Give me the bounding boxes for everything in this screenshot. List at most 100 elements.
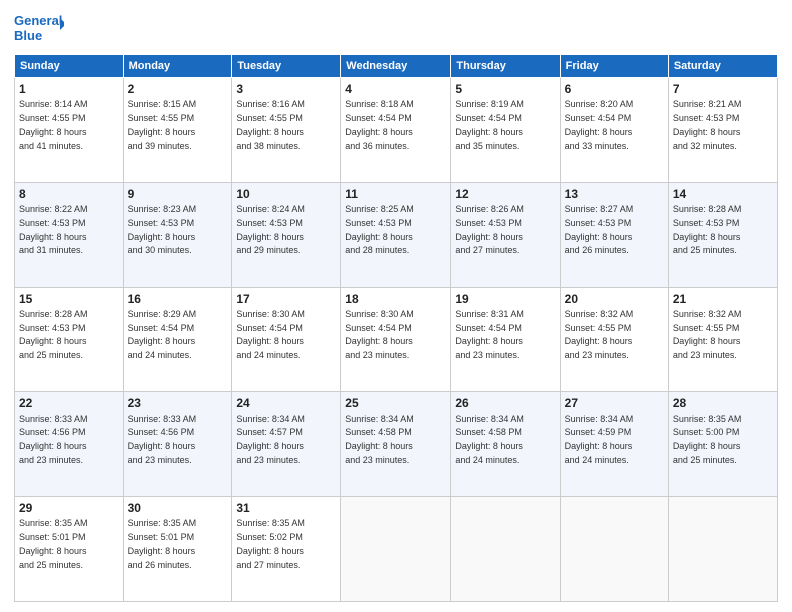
day-info: Sunrise: 8:31 AMSunset: 4:54 PMDaylight:… (455, 309, 524, 360)
svg-text:Blue: Blue (14, 28, 42, 43)
day-number: 28 (673, 395, 773, 411)
day-info: Sunrise: 8:24 AMSunset: 4:53 PMDaylight:… (236, 204, 305, 255)
day-info: Sunrise: 8:35 AMSunset: 5:02 PMDaylight:… (236, 518, 305, 569)
day-number: 30 (128, 500, 228, 516)
day-number: 22 (19, 395, 119, 411)
day-number: 12 (455, 186, 555, 202)
calendar-day-cell: 5 Sunrise: 8:19 AMSunset: 4:54 PMDaylight… (451, 78, 560, 183)
calendar-day-cell: 24 Sunrise: 8:34 AMSunset: 4:57 PMDayligh… (232, 392, 341, 497)
weekday-friday: Friday (560, 55, 668, 78)
calendar-week-4: 22 Sunrise: 8:33 AMSunset: 4:56 PMDayligh… (15, 392, 778, 497)
calendar-body: 1 Sunrise: 8:14 AMSunset: 4:55 PMDaylight… (15, 78, 778, 602)
day-number: 4 (345, 81, 446, 97)
day-number: 17 (236, 291, 336, 307)
day-info: Sunrise: 8:30 AMSunset: 4:54 PMDaylight:… (236, 309, 305, 360)
day-number: 27 (565, 395, 664, 411)
calendar-day-cell: 2 Sunrise: 8:15 AMSunset: 4:55 PMDaylight… (123, 78, 232, 183)
day-number: 5 (455, 81, 555, 97)
logo: General Blue (14, 10, 64, 46)
day-number: 14 (673, 186, 773, 202)
day-info: Sunrise: 8:35 AMSunset: 5:01 PMDaylight:… (19, 518, 88, 569)
header: General Blue (14, 10, 778, 46)
day-number: 24 (236, 395, 336, 411)
weekday-tuesday: Tuesday (232, 55, 341, 78)
calendar-day-cell: 13 Sunrise: 8:27 AMSunset: 4:53 PMDayligh… (560, 182, 668, 287)
day-info: Sunrise: 8:23 AMSunset: 4:53 PMDaylight:… (128, 204, 197, 255)
day-info: Sunrise: 8:33 AMSunset: 4:56 PMDaylight:… (19, 414, 88, 465)
day-number: 6 (565, 81, 664, 97)
page: General Blue SundayMondayTuesdayWednesda… (0, 0, 792, 612)
calendar-table: SundayMondayTuesdayWednesdayThursdayFrid… (14, 54, 778, 602)
calendar-day-cell: 14 Sunrise: 8:28 AMSunset: 4:53 PMDayligh… (668, 182, 777, 287)
day-number: 23 (128, 395, 228, 411)
weekday-monday: Monday (123, 55, 232, 78)
logo-svg: General Blue (14, 10, 64, 46)
day-info: Sunrise: 8:15 AMSunset: 4:55 PMDaylight:… (128, 99, 197, 150)
day-number: 19 (455, 291, 555, 307)
day-info: Sunrise: 8:19 AMSunset: 4:54 PMDaylight:… (455, 99, 524, 150)
calendar-week-2: 8Sunrise: 8:22 AMSunset: 4:53 PMDaylight… (15, 182, 778, 287)
day-info: Sunrise: 8:29 AMSunset: 4:54 PMDaylight:… (128, 309, 197, 360)
day-number: 7 (673, 81, 773, 97)
day-number: 15 (19, 291, 119, 307)
weekday-header-row: SundayMondayTuesdayWednesdayThursdayFrid… (15, 55, 778, 78)
calendar-day-cell: 25Sunrise: 8:34 AMSunset: 4:58 PMDayligh… (341, 392, 451, 497)
day-info: Sunrise: 8:20 AMSunset: 4:54 PMDaylight:… (565, 99, 634, 150)
day-number: 3 (236, 81, 336, 97)
day-info: Sunrise: 8:34 AMSunset: 4:57 PMDaylight:… (236, 414, 305, 465)
day-info: Sunrise: 8:35 AMSunset: 5:01 PMDaylight:… (128, 518, 197, 569)
weekday-saturday: Saturday (668, 55, 777, 78)
calendar-day-cell: 30 Sunrise: 8:35 AMSunset: 5:01 PMDayligh… (123, 497, 232, 602)
day-info: Sunrise: 8:18 AMSunset: 4:54 PMDaylight:… (345, 99, 414, 150)
calendar-day-cell: 19 Sunrise: 8:31 AMSunset: 4:54 PMDayligh… (451, 287, 560, 392)
day-info: Sunrise: 8:16 AMSunset: 4:55 PMDaylight:… (236, 99, 305, 150)
calendar-day-cell: 31 Sunrise: 8:35 AMSunset: 5:02 PMDayligh… (232, 497, 341, 602)
calendar-day-cell: 27 Sunrise: 8:34 AMSunset: 4:59 PMDayligh… (560, 392, 668, 497)
day-info: Sunrise: 8:34 AMSunset: 4:58 PMDaylight:… (455, 414, 524, 465)
calendar-day-cell: 7Sunrise: 8:21 AMSunset: 4:53 PMDaylight… (668, 78, 777, 183)
calendar-day-cell: 1 Sunrise: 8:14 AMSunset: 4:55 PMDaylight… (15, 78, 124, 183)
day-info: Sunrise: 8:32 AMSunset: 4:55 PMDaylight:… (565, 309, 634, 360)
day-number: 9 (128, 186, 228, 202)
day-info: Sunrise: 8:32 AMSunset: 4:55 PMDaylight:… (673, 309, 742, 360)
day-number: 18 (345, 291, 446, 307)
calendar-day-cell: 29Sunrise: 8:35 AMSunset: 5:01 PMDayligh… (15, 497, 124, 602)
calendar-day-cell: 20Sunrise: 8:32 AMSunset: 4:55 PMDayligh… (560, 287, 668, 392)
calendar-day-cell (451, 497, 560, 602)
day-number: 2 (128, 81, 228, 97)
calendar-week-3: 15 Sunrise: 8:28 AMSunset: 4:53 PMDayligh… (15, 287, 778, 392)
weekday-thursday: Thursday (451, 55, 560, 78)
calendar-week-5: 29Sunrise: 8:35 AMSunset: 5:01 PMDayligh… (15, 497, 778, 602)
day-info: Sunrise: 8:34 AMSunset: 4:59 PMDaylight:… (565, 414, 634, 465)
calendar-day-cell: 4 Sunrise: 8:18 AMSunset: 4:54 PMDaylight… (341, 78, 451, 183)
day-info: Sunrise: 8:27 AMSunset: 4:53 PMDaylight:… (565, 204, 634, 255)
calendar-day-cell: 17 Sunrise: 8:30 AMSunset: 4:54 PMDayligh… (232, 287, 341, 392)
weekday-sunday: Sunday (15, 55, 124, 78)
calendar-day-cell: 26Sunrise: 8:34 AMSunset: 4:58 PMDayligh… (451, 392, 560, 497)
svg-text:General: General (14, 13, 62, 28)
calendar-day-cell: 23Sunrise: 8:33 AMSunset: 4:56 PMDayligh… (123, 392, 232, 497)
weekday-wednesday: Wednesday (341, 55, 451, 78)
calendar-day-cell: 12 Sunrise: 8:26 AMSunset: 4:53 PMDayligh… (451, 182, 560, 287)
day-number: 16 (128, 291, 228, 307)
day-number: 25 (345, 395, 446, 411)
day-info: Sunrise: 8:28 AMSunset: 4:53 PMDaylight:… (19, 309, 88, 360)
day-info: Sunrise: 8:35 AMSunset: 5:00 PMDaylight:… (673, 414, 742, 465)
day-number: 11 (345, 186, 446, 202)
day-info: Sunrise: 8:14 AMSunset: 4:55 PMDaylight:… (19, 99, 88, 150)
calendar-day-cell: 18Sunrise: 8:30 AMSunset: 4:54 PMDayligh… (341, 287, 451, 392)
calendar-day-cell (341, 497, 451, 602)
calendar-day-cell (668, 497, 777, 602)
day-info: Sunrise: 8:26 AMSunset: 4:53 PMDaylight:… (455, 204, 524, 255)
calendar-week-1: 1 Sunrise: 8:14 AMSunset: 4:55 PMDaylight… (15, 78, 778, 183)
calendar-day-cell: 22 Sunrise: 8:33 AMSunset: 4:56 PMDayligh… (15, 392, 124, 497)
day-number: 31 (236, 500, 336, 516)
day-number: 10 (236, 186, 336, 202)
day-info: Sunrise: 8:28 AMSunset: 4:53 PMDaylight:… (673, 204, 742, 255)
calendar-day-cell: 11Sunrise: 8:25 AMSunset: 4:53 PMDayligh… (341, 182, 451, 287)
calendar-day-cell: 6 Sunrise: 8:20 AMSunset: 4:54 PMDaylight… (560, 78, 668, 183)
calendar-day-cell: 8Sunrise: 8:22 AMSunset: 4:53 PMDaylight… (15, 182, 124, 287)
calendar-day-cell: 21Sunrise: 8:32 AMSunset: 4:55 PMDayligh… (668, 287, 777, 392)
day-number: 13 (565, 186, 664, 202)
day-number: 1 (19, 81, 119, 97)
